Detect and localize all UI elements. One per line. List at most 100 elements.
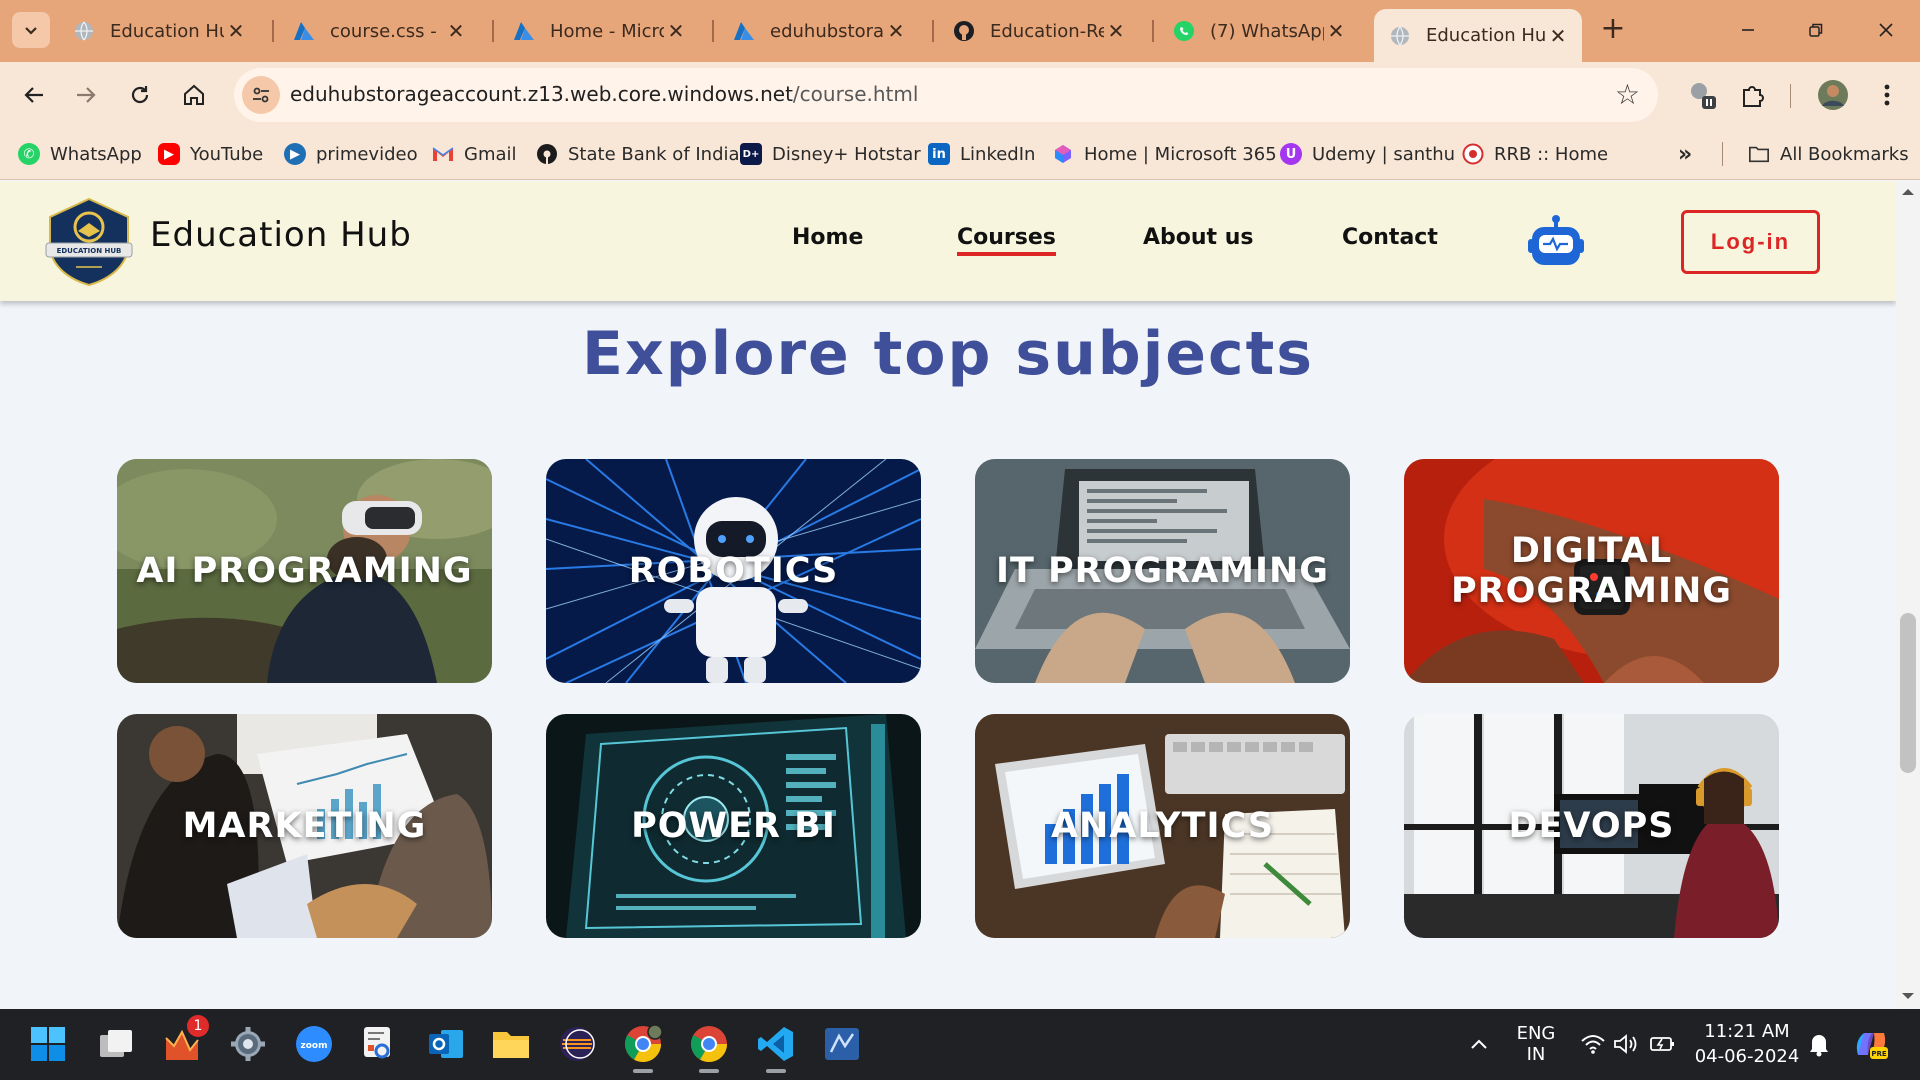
nav-home[interactable]: Home <box>792 225 863 250</box>
outlook-icon[interactable] <box>425 1023 467 1065</box>
page-scrollbar[interactable] <box>1896 181 1920 1009</box>
nav-contact[interactable]: Contact <box>1342 225 1438 250</box>
extensions-puzzle-icon[interactable] <box>1734 76 1772 114</box>
bookmark-sbi[interactable]: State Bank of India <box>536 140 740 168</box>
language-indicator[interactable]: ENG IN <box>1512 1023 1560 1065</box>
bookmark-udemy[interactable]: U Udemy | santhu <box>1280 140 1455 168</box>
browser-tab[interactable]: eduhubstorageaccount ✕ <box>718 11 920 51</box>
nav-courses[interactable]: Courses <box>957 225 1056 256</box>
nav-about-us[interactable]: About us <box>1143 225 1253 250</box>
chatbot-icon[interactable] <box>1526 213 1586 269</box>
clock-date: 04-06-2024 <box>1694 1046 1800 1067</box>
globe-icon <box>1388 24 1412 48</box>
vscode-icon[interactable] <box>755 1023 797 1073</box>
site-brand-name[interactable]: Education Hub <box>150 215 412 255</box>
all-bookmarks-button[interactable]: All Bookmarks <box>1748 140 1909 168</box>
scroll-down-arrow-icon[interactable] <box>1902 993 1914 999</box>
close-tab-icon[interactable]: ✕ <box>224 19 248 43</box>
bookmark-label: Home | Microsoft 365 <box>1084 143 1277 165</box>
site-info-button[interactable] <box>242 76 280 114</box>
notification-bell-icon[interactable] <box>1798 1023 1840 1065</box>
settings-gear-icon[interactable] <box>227 1023 269 1065</box>
tab-title: Home - Microsoft Azure <box>550 20 664 42</box>
windows-start-icon[interactable] <box>27 1023 69 1065</box>
eclipse-icon[interactable] <box>556 1023 598 1065</box>
copilot-icon[interactable]: PRE <box>1850 1023 1892 1065</box>
url-text: eduhubstorageaccount.z13.web.core.window… <box>290 82 918 106</box>
more-menu-icon[interactable] <box>1868 76 1906 114</box>
extension-badge-icon[interactable] <box>1684 76 1722 114</box>
chrome-icon[interactable] <box>688 1023 730 1073</box>
file-explorer-icon[interactable] <box>490 1023 532 1065</box>
back-button[interactable] <box>14 75 54 115</box>
reload-button[interactable] <box>120 75 160 115</box>
subject-card-label: ANALYTICS <box>1050 805 1275 846</box>
snipping-tool-icon[interactable] <box>357 1023 399 1065</box>
scrollbar-thumb[interactable] <box>1900 613 1916 773</box>
zoom-icon[interactable]: zoom <box>293 1023 335 1065</box>
browser-tab[interactable]: (7) WhatsApp ✕ <box>1158 11 1360 51</box>
bookmark-whatsapp[interactable]: ✆ WhatsApp <box>18 140 142 168</box>
subject-card-digital-programing[interactable]: DIGITAL PROGRAMING <box>1404 459 1779 683</box>
bookmark-youtube[interactable]: ▶ YouTube <box>158 140 263 168</box>
tab-divider <box>712 20 714 42</box>
bookmark-hotstar[interactable]: D+ Disney+ Hotstar <box>740 140 921 168</box>
region-code: IN <box>1526 1044 1546 1065</box>
tab-search-button[interactable] <box>12 12 50 48</box>
browser-tab[interactable]: Education-Repo ✕ <box>938 11 1140 51</box>
close-tab-icon[interactable]: ✕ <box>444 19 468 43</box>
scroll-up-arrow-icon[interactable] <box>1902 189 1914 195</box>
subject-card-analytics[interactable]: ANALYTICS <box>975 714 1350 938</box>
url-host: eduhubstorageaccount.z13.web.core.window… <box>290 82 793 106</box>
monitor-app-icon[interactable]: 1 <box>161 1015 209 1065</box>
hotstar-icon: D+ <box>740 143 762 165</box>
browser-tab[interactable]: course.css - Microsoft Azure ✕ <box>278 11 480 51</box>
address-bar[interactable]: eduhubstorageaccount.z13.web.core.window… <box>234 68 1658 122</box>
browser-tab[interactable]: Education Hub ✕ <box>58 11 260 51</box>
subject-card-power-bi[interactable]: POWER BI <box>546 714 921 938</box>
subject-card-devops[interactable]: DEVOPS <box>1404 714 1779 938</box>
browser-tab[interactable]: Home - Microsoft Azure ✕ <box>498 11 700 51</box>
subject-card-robotics[interactable]: ROBOTICS <box>546 459 921 683</box>
browser-tab-active[interactable]: Education Hub ✕ <box>1374 9 1582 62</box>
chrome-profile-icon[interactable] <box>622 1023 664 1073</box>
clock[interactable]: 11:21 AM 04-06-2024 <box>1692 1021 1802 1067</box>
network-app-icon[interactable] <box>821 1023 863 1065</box>
subject-card-ai-programing[interactable]: AI PROGRAMING <box>117 459 492 683</box>
close-tab-icon[interactable]: ✕ <box>1546 24 1570 48</box>
close-tab-icon[interactable]: ✕ <box>1104 19 1128 43</box>
subject-card-label: ROBOTICS <box>628 550 839 591</box>
battery-icon[interactable] <box>1642 1023 1684 1065</box>
clock-time: 11:21 AM <box>1704 1021 1790 1042</box>
microsoft365-icon <box>1052 143 1074 165</box>
bookmark-label: Gmail <box>464 143 517 165</box>
github-icon <box>952 19 976 43</box>
close-tab-icon[interactable]: ✕ <box>1324 19 1348 43</box>
close-window-button[interactable] <box>1866 14 1906 46</box>
bookmark-primevideo[interactable]: ▶ primevideo <box>284 140 418 168</box>
close-tab-icon[interactable]: ✕ <box>664 19 688 43</box>
login-button[interactable]: Log-in <box>1681 210 1820 274</box>
subject-card-marketing[interactable]: MARKETING <box>117 714 492 938</box>
bookmark-gmail[interactable]: Gmail <box>432 140 517 168</box>
task-view-icon[interactable] <box>95 1023 137 1065</box>
more-bookmarks-chevron-icon[interactable]: » <box>1678 140 1692 168</box>
tab-title: course.css - Microsoft Azure <box>330 20 444 42</box>
bookmark-linkedin[interactable]: in LinkedIn <box>928 140 1035 168</box>
azure-icon <box>732 19 756 43</box>
show-hidden-icons-chevron[interactable] <box>1458 1023 1500 1065</box>
youtube-icon: ▶ <box>158 143 180 165</box>
restore-button[interactable] <box>1796 14 1836 46</box>
bookmark-star-icon[interactable]: ☆ <box>1615 78 1640 111</box>
bookmark-rrb[interactable]: RRB :: Home <box>1462 140 1608 168</box>
home-button[interactable] <box>174 75 214 115</box>
profile-avatar[interactable] <box>1814 76 1852 114</box>
minimize-button[interactable] <box>1728 14 1768 46</box>
close-tab-icon[interactable]: ✕ <box>884 19 908 43</box>
education-hub-logo[interactable]: EDUCATION HUB <box>40 195 138 287</box>
subject-card-it-programing[interactable]: IT PROGRAMING <box>975 459 1350 683</box>
bookmark-microsoft365[interactable]: Home | Microsoft 365 <box>1052 140 1277 168</box>
sbi-icon <box>536 143 558 165</box>
new-tab-button[interactable]: + <box>1596 12 1630 48</box>
forward-button[interactable] <box>66 75 106 115</box>
